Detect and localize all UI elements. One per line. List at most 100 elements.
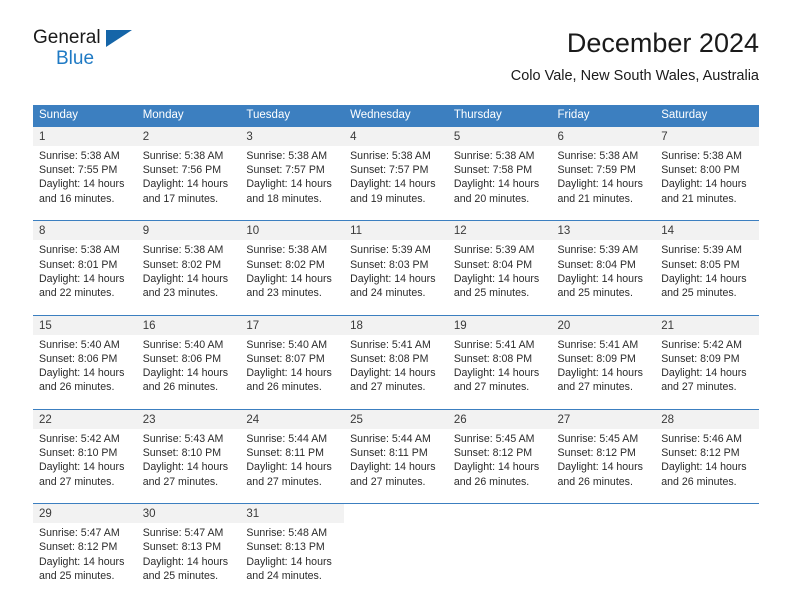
day-number[interactable]: 6 — [551, 126, 656, 146]
day-number[interactable]: 5 — [447, 126, 552, 146]
title-block: December 2024 Colo Vale, New South Wales… — [511, 26, 759, 87]
day-number[interactable]: 8 — [33, 220, 137, 241]
daylight-text-line2: and 27 minutes. — [39, 475, 115, 488]
day-details[interactable]: Sunrise: 5:47 AM Sunset: 8:12 PM Daylight:… — [33, 523, 137, 590]
day-details[interactable]: Sunrise: 5:38 AM Sunset: 8:02 PM Daylight:… — [240, 240, 345, 307]
day-number[interactable]: 25 — [344, 408, 448, 429]
daylight-text-line1: Daylight: 14 hours — [142, 367, 229, 380]
sunset-text: Sunset: 8:06 PM — [142, 352, 222, 365]
day-number[interactable]: 26 — [447, 408, 552, 429]
week-info-row: Sunrise: 5:38 AM Sunset: 7:55 PM Daylight:… — [33, 146, 759, 212]
day-number[interactable]: 14 — [655, 220, 759, 241]
day-details[interactable]: Sunrise: 5:38 AM Sunset: 7:58 PM Daylight:… — [447, 146, 552, 212]
day-details[interactable]: Sunrise: 5:38 AM Sunset: 7:57 PM Daylight:… — [240, 146, 345, 212]
day-details[interactable]: Sunrise: 5:40 AM Sunset: 8:07 PM Daylight:… — [240, 334, 345, 401]
day-details[interactable]: Sunrise: 5:38 AM Sunset: 7:55 PM Daylight:… — [33, 146, 137, 212]
daylight-text-line2: and 24 minutes. — [350, 286, 426, 299]
calendar-header: Sunday Monday Tuesday Wednesday Thursday… — [33, 105, 759, 127]
sunset-text: Sunset: 8:12 PM — [557, 447, 636, 460]
daylight-text-line2: and 21 minutes. — [557, 192, 633, 205]
daylight-text-line1: Daylight: 14 hours — [350, 272, 436, 285]
week-spacer — [33, 494, 759, 504]
day-number[interactable]: 24 — [240, 408, 345, 429]
calendar-table: Sunday Monday Tuesday Wednesday Thursday… — [33, 105, 759, 590]
day-details[interactable]: Sunrise: 5:41 AM Sunset: 8:09 PM Daylight:… — [551, 334, 656, 401]
day-details[interactable]: Sunrise: 5:45 AM Sunset: 8:12 PM Daylight:… — [551, 428, 656, 495]
day-details[interactable]: Sunrise: 5:38 AM Sunset: 8:00 PM Daylight:… — [655, 146, 759, 212]
day-details[interactable]: Sunrise: 5:40 AM Sunset: 8:06 PM Daylight:… — [33, 334, 137, 401]
day-number[interactable]: 12 — [447, 220, 552, 241]
week-spacer-cell — [136, 211, 241, 221]
day-details[interactable]: Sunrise: 5:46 AM Sunset: 8:12 PM Daylight:… — [655, 428, 759, 495]
day-number[interactable]: 1 — [33, 126, 137, 146]
daylight-text-line2: and 26 minutes. — [557, 475, 633, 488]
day-number[interactable]: 19 — [447, 314, 552, 335]
day-details[interactable]: Sunrise: 5:43 AM Sunset: 8:10 PM Daylight:… — [136, 428, 241, 495]
daylight-text-line2: and 25 minutes. — [453, 286, 530, 299]
day-details[interactable]: Sunrise: 5:48 AM Sunset: 8:13 PM Daylight:… — [240, 523, 345, 590]
day-number[interactable]: 16 — [136, 314, 241, 335]
day-number[interactable]: 17 — [240, 314, 345, 335]
day-details[interactable]: Sunrise: 5:44 AM Sunset: 8:11 PM Daylight:… — [240, 428, 345, 495]
day-details[interactable]: Sunrise: 5:38 AM Sunset: 7:59 PM Daylight:… — [551, 146, 656, 212]
week-spacer — [33, 400, 759, 410]
day-number[interactable]: 9 — [136, 220, 241, 241]
day-number[interactable]: 23 — [136, 408, 241, 429]
sunset-text: Sunset: 8:08 PM — [350, 352, 429, 365]
day-details[interactable]: Sunrise: 5:41 AM Sunset: 8:08 PM Daylight:… — [344, 334, 448, 401]
day-number[interactable]: 10 — [240, 220, 345, 241]
day-details[interactable]: Sunrise: 5:38 AM Sunset: 7:56 PM Daylight:… — [136, 146, 241, 212]
weekday-header-wednesday: Wednesday — [344, 105, 448, 127]
day-number[interactable]: 31 — [240, 503, 345, 524]
week-spacer-cell — [240, 211, 345, 221]
daylight-text-line2: and 27 minutes. — [453, 381, 530, 394]
daylight-text-line2: and 25 minutes. — [557, 286, 633, 299]
sunrise-text: Sunrise: 5:38 AM — [350, 150, 431, 162]
daylight-text-line2: and 27 minutes. — [557, 381, 633, 394]
day-details[interactable]: Sunrise: 5:40 AM Sunset: 8:06 PM Daylight:… — [136, 334, 241, 401]
day-number[interactable]: 11 — [344, 220, 448, 241]
day-details[interactable]: Sunrise: 5:39 AM Sunset: 8:04 PM Daylight:… — [551, 240, 656, 307]
day-number[interactable]: 30 — [136, 503, 241, 524]
week-spacer-cell — [551, 494, 656, 504]
daylight-text-line2: and 27 minutes. — [350, 381, 426, 394]
day-details[interactable]: Sunrise: 5:41 AM Sunset: 8:08 PM Daylight:… — [447, 334, 552, 401]
day-details[interactable]: Sunrise: 5:42 AM Sunset: 8:10 PM Daylight:… — [33, 428, 137, 495]
day-details[interactable]: Sunrise: 5:39 AM Sunset: 8:04 PM Daylight:… — [447, 240, 552, 307]
daylight-text-line2: and 22 minutes. — [39, 286, 115, 299]
day-details[interactable]: Sunrise: 5:39 AM Sunset: 8:03 PM Daylight:… — [344, 240, 448, 307]
day-details[interactable]: Sunrise: 5:44 AM Sunset: 8:11 PM Daylight:… — [344, 428, 448, 495]
day-number[interactable]: 18 — [344, 314, 448, 335]
day-details[interactable]: Sunrise: 5:42 AM Sunset: 8:09 PM Daylight:… — [655, 334, 759, 401]
day-number[interactable]: 2 — [136, 126, 241, 146]
daylight-text-line1: Daylight: 14 hours — [39, 367, 125, 380]
sunrise-text: Sunrise: 5:38 AM — [246, 150, 328, 162]
sunset-text: Sunset: 8:06 PM — [39, 352, 118, 365]
day-number[interactable]: 21 — [655, 314, 759, 335]
day-details[interactable]: Sunrise: 5:38 AM Sunset: 8:02 PM Daylight:… — [136, 240, 241, 307]
day-info-empty — [344, 523, 448, 590]
day-number[interactable]: 3 — [240, 126, 345, 146]
sunrise-text: Sunrise: 5:41 AM — [557, 338, 639, 351]
day-details[interactable]: Sunrise: 5:38 AM Sunset: 7:57 PM Daylight:… — [344, 146, 448, 212]
day-number[interactable]: 22 — [33, 408, 137, 429]
day-number[interactable]: 20 — [551, 314, 656, 335]
day-details[interactable]: Sunrise: 5:45 AM Sunset: 8:12 PM Daylight:… — [447, 428, 552, 495]
daylight-text-line2: and 17 minutes. — [142, 192, 219, 205]
day-number[interactable]: 29 — [33, 503, 137, 524]
day-number[interactable]: 27 — [551, 408, 656, 429]
sunrise-text: Sunrise: 5:46 AM — [661, 432, 742, 445]
day-details[interactable]: Sunrise: 5:38 AM Sunset: 8:01 PM Daylight:… — [33, 240, 137, 307]
sunset-text: Sunset: 8:07 PM — [246, 352, 325, 365]
sunset-text: Sunset: 8:12 PM — [661, 447, 740, 460]
day-number[interactable]: 15 — [33, 314, 137, 335]
sunset-text: Sunset: 8:05 PM — [661, 258, 740, 271]
day-details[interactable]: Sunrise: 5:47 AM Sunset: 8:13 PM Daylight:… — [136, 523, 241, 590]
day-number[interactable]: 28 — [655, 408, 759, 429]
week-spacer-cell — [240, 400, 345, 410]
day-number[interactable]: 13 — [551, 220, 656, 241]
day-number[interactable]: 7 — [655, 126, 759, 146]
day-number[interactable]: 4 — [344, 126, 448, 146]
brand-logo[interactable]: General Blue — [33, 26, 153, 74]
day-details[interactable]: Sunrise: 5:39 AM Sunset: 8:05 PM Daylight:… — [655, 240, 759, 307]
